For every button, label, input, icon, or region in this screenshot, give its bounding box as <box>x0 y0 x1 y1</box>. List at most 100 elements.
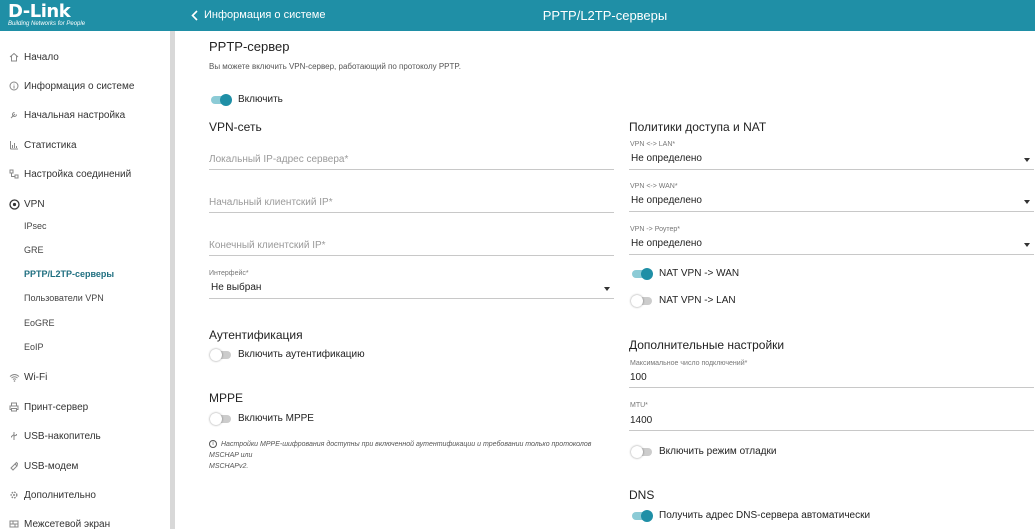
sidebar-item-label: Принт-сервер <box>24 401 89 413</box>
dns-auto-toggle[interactable] <box>631 510 653 522</box>
dlink-logo[interactable]: D-Link Building Networks for People <box>0 0 175 31</box>
back-link[interactable]: Информация о системе <box>191 0 325 31</box>
section-title-vpn-net: VPN-сеть <box>209 120 262 134</box>
vpn-icon <box>6 196 22 212</box>
mtu-label: MTU* <box>630 402 648 409</box>
sidebar-item-connections[interactable]: Настройка соединений <box>0 162 170 186</box>
max-conn-input[interactable] <box>629 368 1034 387</box>
sidebar-item-label: VPN <box>24 198 45 210</box>
sidebar-item-initial-setup[interactable]: Начальная настройка <box>0 103 170 127</box>
max-conn-label: Максимальное число подключений* <box>630 360 748 367</box>
section-title-advanced: Дополнительные настройки <box>629 338 785 352</box>
sidebar-sub-ipsec[interactable]: IPsec <box>24 221 47 231</box>
home-icon <box>6 49 22 65</box>
sidebar-item-wifi[interactable]: Wi-Fi <box>0 365 170 389</box>
section-title-policies: Политики доступа и NAT <box>629 120 767 134</box>
section-title-mppe: MPPE <box>209 391 244 405</box>
nat-lan-label: NAT VPN -> LAN <box>659 295 736 306</box>
sidebar-item-label: Wi-Fi <box>24 371 48 383</box>
mppe-note: i Настройки MPPE-шифрования доступны при … <box>209 440 592 470</box>
logo-tagline: Building Networks for People <box>8 21 86 27</box>
sidebar-item-system-info[interactable]: Информация о системе <box>0 74 170 98</box>
sidebar-item-firewall[interactable]: Межсетевой экран <box>0 512 170 529</box>
gear-icon <box>6 487 22 503</box>
sidebar-item-label: Информация о системе <box>24 80 135 92</box>
start-ip-input[interactable] <box>209 193 614 212</box>
sidebar-item-usb-modem[interactable]: USB-модем <box>0 454 170 478</box>
sidebar-item-print-server[interactable]: Принт-сервер <box>0 395 170 419</box>
interface-value: Не выбран <box>211 282 262 293</box>
vpn-lan-select[interactable]: Не определено <box>629 150 1034 170</box>
chevron-down-icon <box>1024 200 1030 204</box>
main-content: PPTP-сервер Вы можете включить VPN-серве… <box>180 31 1035 529</box>
vpn-lan-label: VPN <-> LAN* <box>630 141 676 148</box>
sidebar-sub-vpn-users[interactable]: Пользователи VPN <box>24 293 104 303</box>
vpn-wan-label: VPN <-> WAN* <box>630 183 678 190</box>
start-ip-field[interactable] <box>209 193 614 213</box>
wrench-icon <box>6 107 22 123</box>
vpn-lan-value: Не определено <box>631 153 702 164</box>
sidebar-item-label: Межсетевой экран <box>24 518 111 529</box>
chevron-down-icon <box>1024 158 1030 162</box>
sidebar-sub-eoip[interactable]: EoIP <box>24 342 44 352</box>
nat-wan-toggle[interactable] <box>631 268 653 280</box>
section-title-pptp: PPTP-сервер <box>209 39 290 54</box>
sidebar-item-home[interactable]: Начало <box>0 45 170 69</box>
sidebar-sub-eogre[interactable]: EoGRE <box>24 318 55 328</box>
sidebar: Начало Информация о системе Начальная на… <box>0 31 175 529</box>
enable-toggle[interactable] <box>210 94 232 106</box>
mppe-toggle[interactable] <box>210 413 232 425</box>
sidebar-item-label: Статистика <box>24 139 77 151</box>
auth-toggle[interactable] <box>210 349 232 361</box>
vpn-wan-select[interactable]: Не определено <box>629 192 1034 212</box>
debug-toggle[interactable] <box>631 446 653 458</box>
firewall-icon <box>6 516 22 529</box>
chevron-down-icon <box>604 287 610 291</box>
printer-icon <box>6 399 22 415</box>
section-title-dns: DNS <box>629 488 655 502</box>
interface-label: Интерфейс* <box>209 270 249 277</box>
nat-lan-toggle[interactable] <box>631 295 653 307</box>
sidebar-sub-pptp-l2tp[interactable]: PPTP/L2TP-серверы <box>24 269 114 279</box>
chevron-left-icon <box>191 10 198 21</box>
mppe-toggle-label: Включить MPPE <box>238 413 314 424</box>
usb-icon <box>6 428 22 444</box>
info-icon <box>6 78 22 94</box>
max-conn-field[interactable] <box>629 368 1034 388</box>
mtu-input[interactable] <box>629 411 1034 430</box>
sidebar-item-label: Дополнительно <box>24 489 96 501</box>
local-ip-input[interactable] <box>209 150 614 169</box>
back-label: Информация о системе <box>204 9 326 21</box>
sidebar-item-label: USB-модем <box>24 460 79 472</box>
sidebar-item-vpn[interactable]: VPN <box>0 192 170 216</box>
sidebar-item-statistics[interactable]: Статистика <box>0 133 170 157</box>
sidebar-item-advanced[interactable]: Дополнительно <box>0 483 170 507</box>
pptp-description: Вы можете включить VPN-сервер, работающи… <box>209 62 461 71</box>
wifi-icon <box>6 369 22 385</box>
connections-icon <box>6 166 22 182</box>
enable-label: Включить <box>238 94 283 105</box>
vpn-router-value: Не определено <box>631 238 702 249</box>
nat-wan-label: NAT VPN -> WAN <box>659 268 740 279</box>
vpn-router-select[interactable]: Не определено <box>629 235 1034 255</box>
sidebar-item-usb-storage[interactable]: USB-накопитель <box>0 424 170 448</box>
section-title-auth: Аутентификация <box>209 328 303 342</box>
interface-select[interactable]: Не выбран <box>209 279 614 299</box>
sidebar-item-label: Начало <box>24 51 59 63</box>
modem-icon <box>6 458 22 474</box>
logo-text: D-Link <box>8 1 71 22</box>
vpn-router-label: VPN -> Роутер* <box>630 226 681 233</box>
end-ip-input[interactable] <box>209 236 614 255</box>
dns-auto-label: Получить адрес DNS-сервера автоматически <box>659 510 871 521</box>
debug-label: Включить режим отладки <box>659 446 777 457</box>
local-ip-field[interactable] <box>209 150 614 170</box>
mtu-field[interactable] <box>629 411 1034 431</box>
auth-toggle-label: Включить аутентификацию <box>238 349 365 360</box>
stats-icon <box>6 137 22 153</box>
sidebar-item-label: Настройка соединений <box>24 168 132 180</box>
sidebar-sub-gre[interactable]: GRE <box>24 245 44 255</box>
sidebar-item-label: USB-накопитель <box>24 430 101 442</box>
chevron-down-icon <box>1024 243 1030 247</box>
sidebar-item-label: Начальная настройка <box>24 109 126 121</box>
end-ip-field[interactable] <box>209 236 614 256</box>
